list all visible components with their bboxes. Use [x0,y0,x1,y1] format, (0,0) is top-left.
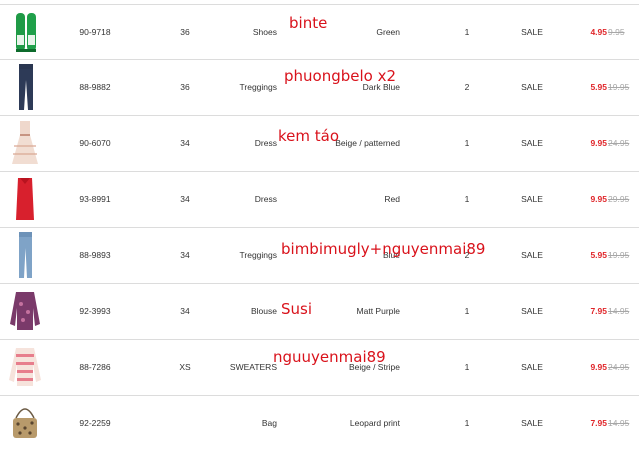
product-type: Dress [254,194,277,204]
table-row: 93-8991 34 Dress Red 1 SALE 9.95 29.95 [0,172,639,228]
sale-badge: SALE [521,250,543,260]
article-number: 92-3993 [79,306,111,316]
size [160,396,210,451]
quantity: 1 [464,362,470,372]
size: 34 [180,306,190,316]
size: 34 [180,138,190,148]
sale-badge: SALE [521,306,543,316]
product-type: SWEATERS [229,362,277,372]
sale-price: 9.95 [590,138,607,148]
red-dress-icon[interactable] [2,172,48,227]
dark-treggings-icon[interactable] [2,60,48,115]
old-price: 24.95 [608,138,630,148]
sale-price: 5.95 [590,250,607,260]
sale-badge: SALE [521,138,543,148]
size: XS [179,362,191,372]
old-price: 14.95 [608,306,630,316]
green-shoes-icon[interactable] [2,5,48,60]
product-type: Bag [261,418,277,428]
table-row: 92-2259 Bag Leopard print 1 SALE 7.95 14… [0,396,639,452]
size: 34 [180,250,190,260]
article-number: 90-6070 [79,138,111,148]
blue-treggings-icon[interactable] [2,228,48,283]
sale-price: 7.95 [590,418,607,428]
quantity: 1 [464,418,470,428]
old-price: 24.95 [608,362,630,372]
product-type: Dress [254,138,277,148]
old-price: 9.95 [608,27,625,37]
old-price: 29.95 [608,194,630,204]
striped-sweater-icon[interactable] [2,340,48,395]
sale-price: 9.95 [590,194,607,204]
buyer-note: bimbimugly+nguyenmai89 [281,240,486,258]
old-price: 14.95 [608,418,630,428]
color: Leopard print [349,418,400,428]
beige-dress-icon[interactable] [2,116,48,171]
table-row: 90-9718 36 Shoes Green 1 SALE 4.95 9.95 [0,4,639,60]
quantity: 1 [464,138,470,148]
old-price: 19.95 [608,250,630,260]
sale-price: 4.95 [590,27,607,37]
article-number: 93-8991 [79,194,111,204]
buyer-note: kem táo [278,127,340,145]
table-row: 92-3993 34 Blouse Matt Purple 1 SALE 7.9… [0,284,639,340]
buyer-note: nguuyenmai89 [273,348,386,366]
product-type: Blouse [251,306,277,316]
article-number: 88-9893 [79,250,111,260]
sale-badge: SALE [521,418,543,428]
article-number: 92-2259 [79,418,111,428]
product-type: Treggings [239,250,277,260]
sale-badge: SALE [521,194,543,204]
buyer-note: Susi [281,300,313,318]
sale-badge: SALE [521,362,543,372]
quantity: 1 [464,306,470,316]
sale-badge: SALE [521,27,543,37]
article-number: 90-9718 [79,27,111,37]
product-type: Treggings [239,82,277,92]
sale-price: 5.95 [590,82,607,92]
sale-price: 7.95 [590,306,607,316]
sale-badge: SALE [521,82,543,92]
quantity: 1 [464,194,470,204]
article-number: 88-9882 [79,82,111,92]
buyer-note: binte [289,14,328,32]
sale-price: 9.95 [590,362,607,372]
article-number: 88-7286 [79,362,111,372]
size: 34 [180,194,190,204]
product-type: Shoes [252,27,277,37]
color: Red [384,194,400,204]
size: 36 [180,82,190,92]
quantity: 1 [464,27,470,37]
quantity: 2 [464,82,470,92]
leopard-bag-icon[interactable] [2,396,48,451]
buyer-note: phuongbelo x2 [284,67,397,85]
purple-blouse-icon[interactable] [2,284,48,339]
size: 36 [180,27,190,37]
old-price: 19.95 [608,82,630,92]
